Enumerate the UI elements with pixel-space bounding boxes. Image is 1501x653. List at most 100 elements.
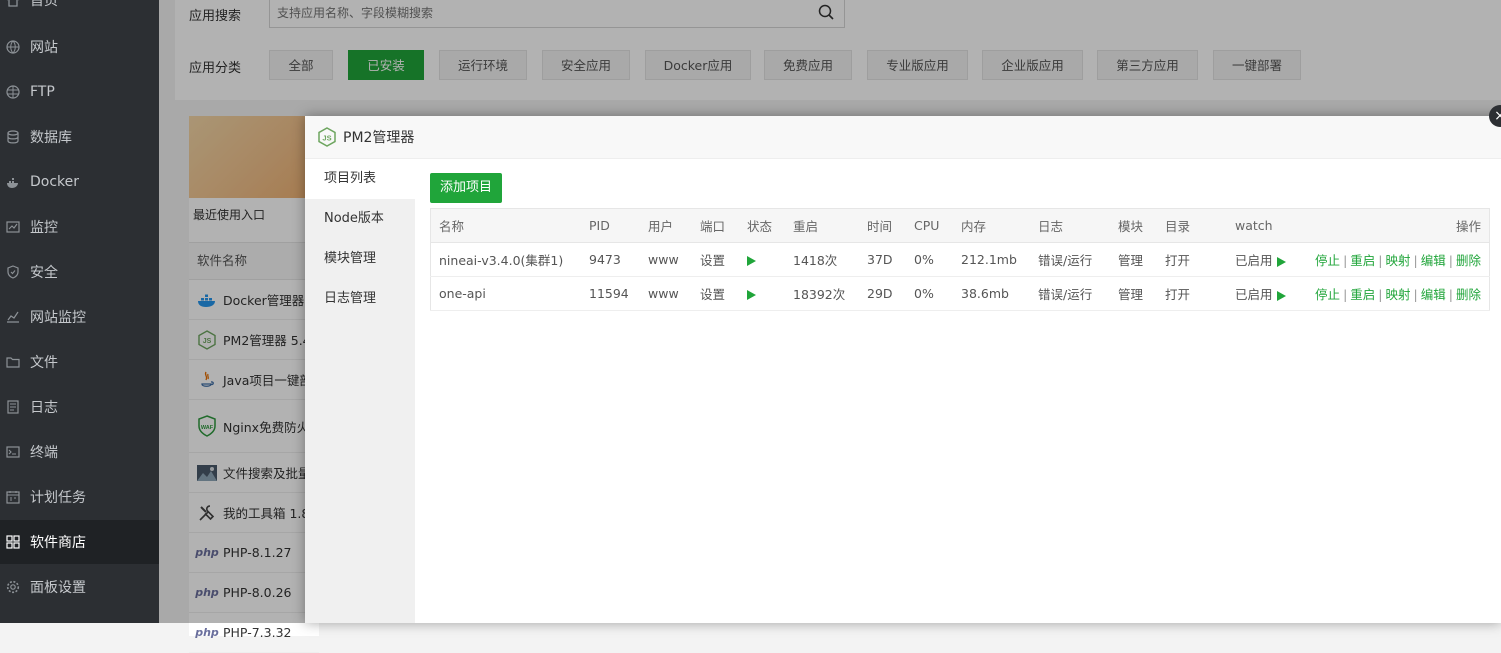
mapping-link[interactable]: 映射 — [1386, 253, 1411, 268]
database-icon — [6, 130, 20, 144]
sidebar-item-label: 网站监控 — [30, 310, 86, 326]
sidebar-item-app-store[interactable]: 软件商店 — [0, 520, 159, 564]
mapping-link[interactable]: 映射 — [1386, 287, 1411, 302]
col-restart: 重启 — [785, 208, 859, 243]
log-icon — [6, 400, 20, 414]
tab-log-manage[interactable]: 日志管理 — [305, 279, 415, 319]
col-module: 模块 — [1110, 208, 1157, 243]
chart-icon — [6, 310, 20, 324]
sidebar-item-website[interactable]: 网站 — [0, 25, 159, 69]
globe-icon — [6, 40, 20, 54]
sidebar-item-site-monitor[interactable]: 网站监控 — [0, 295, 159, 339]
sidebar-item-terminal[interactable]: 终端 — [0, 430, 159, 474]
status-cell — [739, 242, 785, 277]
sidebar-item-label: 面板设置 — [30, 580, 86, 596]
restart-link[interactable]: 重启 — [1350, 253, 1375, 268]
table-row: one-api 11594 www 设置 18392次 29D 0% 38.6m… — [430, 276, 1490, 311]
shield-icon — [6, 265, 20, 279]
running-icon[interactable] — [747, 289, 756, 300]
add-project-button[interactable]: 添加项目 — [430, 173, 503, 203]
log-link[interactable]: 错误/运行 — [1030, 276, 1110, 311]
sidebar-item-label: Docker — [30, 174, 80, 190]
sidebar-item-monitor[interactable]: 监控 — [0, 205, 159, 249]
col-log: 日志 — [1030, 208, 1110, 243]
module-manage-link[interactable]: 管理 — [1110, 242, 1157, 277]
project-uptime: 37D — [859, 242, 906, 277]
open-directory-link[interactable]: 打开 — [1157, 242, 1227, 277]
sidebar-item-cron[interactable]: 计划任务 — [0, 475, 159, 519]
col-name: 名称 — [430, 208, 581, 243]
project-cpu: 0% — [906, 276, 953, 311]
col-port: 端口 — [692, 208, 739, 243]
stop-link[interactable]: 停止 — [1315, 287, 1340, 302]
watch-toggle[interactable]: 已启用 — [1227, 242, 1307, 277]
dialog-body: 添加项目 名称 PID 用户 端口 状态 重启 时间 CPU 内存 日志 模块 … — [430, 173, 1490, 311]
actions-cell: 停止 | 重启 | 映射 | 编辑 | 删除 — [1307, 242, 1490, 277]
sidebar-item-label: 数据库 — [30, 130, 72, 146]
sidebar-item-files[interactable]: 文件 — [0, 340, 159, 384]
table-header-row: 名称 PID 用户 端口 状态 重启 时间 CPU 内存 日志 模块 目录 wa… — [430, 208, 1490, 243]
watch-status: 已启用 — [1235, 287, 1273, 302]
docker-icon — [6, 175, 20, 189]
sidebar-item-label: FTP — [30, 84, 55, 100]
col-actions: 操作 — [1307, 208, 1490, 243]
project-restart-count: 1418次 — [785, 242, 859, 277]
project-name-link[interactable]: one-api — [430, 276, 581, 311]
log-link[interactable]: 错误/运行 — [1030, 242, 1110, 277]
col-directory: 目录 — [1157, 208, 1227, 243]
sidebar-item-docker[interactable]: Docker — [0, 160, 159, 204]
sidebar-item-ftp[interactable]: FTP — [0, 70, 159, 114]
svg-text:JS: JS — [322, 134, 331, 143]
gear-icon — [6, 580, 20, 594]
ftp-icon — [6, 85, 20, 99]
pm2-manager-dialog: JS PM2管理器 × 项目列表 Node版本 模块管理 日志管理 添加项目 名… — [305, 105, 1501, 623]
watch-toggle[interactable]: 已启用 — [1227, 276, 1307, 311]
project-user: www — [640, 242, 692, 277]
sidebar-item-database[interactable]: 数据库 — [0, 115, 159, 159]
folder-icon — [6, 355, 20, 369]
grid-icon — [6, 535, 20, 549]
tab-node-version[interactable]: Node版本 — [305, 199, 415, 239]
nodejs-icon: JS — [318, 127, 336, 147]
play-icon — [1276, 290, 1286, 301]
dialog-title: PM2管理器 — [343, 130, 415, 146]
project-cpu: 0% — [906, 242, 953, 277]
sidebar-item-label: 文件 — [30, 355, 58, 371]
open-directory-link[interactable]: 打开 — [1157, 276, 1227, 311]
edit-link[interactable]: 编辑 — [1421, 287, 1446, 302]
sidebar: 首页 网站 FTP 数据库 Docker 监控 安全 网站监控 文件 日志 终端 — [0, 0, 159, 623]
table-row: nineai-v3.4.0(集群1) 9473 www 设置 1418次 37D… — [430, 242, 1490, 277]
sidebar-item-security[interactable]: 安全 — [0, 250, 159, 294]
restart-link[interactable]: 重启 — [1350, 287, 1375, 302]
port-settings-link[interactable]: 设置 — [692, 242, 739, 277]
project-memory: 38.6mb — [953, 276, 1030, 311]
edit-link[interactable]: 编辑 — [1421, 253, 1446, 268]
home-icon — [6, 0, 20, 7]
col-time: 时间 — [859, 208, 906, 243]
tab-project-list[interactable]: 项目列表 — [305, 159, 415, 199]
delete-link[interactable]: 删除 — [1456, 287, 1481, 302]
project-memory: 212.1mb — [953, 242, 1030, 277]
dialog-side-tabs: 项目列表 Node版本 模块管理 日志管理 — [305, 159, 415, 623]
delete-link[interactable]: 删除 — [1456, 253, 1481, 268]
monitor-icon — [6, 220, 20, 234]
tab-module-manage[interactable]: 模块管理 — [305, 239, 415, 279]
sidebar-item-settings[interactable]: 面板设置 — [0, 565, 159, 609]
col-cpu: CPU — [906, 208, 953, 243]
sidebar-item-label: 软件商店 — [30, 535, 86, 551]
stop-link[interactable]: 停止 — [1315, 253, 1340, 268]
module-manage-link[interactable]: 管理 — [1110, 276, 1157, 311]
sidebar-item-home[interactable]: 首页 — [0, 0, 159, 22]
sidebar-item-label: 计划任务 — [30, 490, 86, 506]
status-cell — [739, 276, 785, 311]
sidebar-item-logs[interactable]: 日志 — [0, 385, 159, 429]
col-status: 状态 — [739, 208, 785, 243]
project-name-link[interactable]: nineai-v3.4.0(集群1) — [430, 242, 581, 277]
actions-cell: 停止 | 重启 | 映射 | 编辑 | 删除 — [1307, 276, 1490, 311]
col-watch: watch — [1227, 208, 1307, 243]
project-pid: 9473 — [581, 242, 640, 277]
project-restart-count: 18392次 — [785, 276, 859, 311]
project-uptime: 29D — [859, 276, 906, 311]
running-icon[interactable] — [747, 255, 756, 266]
port-settings-link[interactable]: 设置 — [692, 276, 739, 311]
